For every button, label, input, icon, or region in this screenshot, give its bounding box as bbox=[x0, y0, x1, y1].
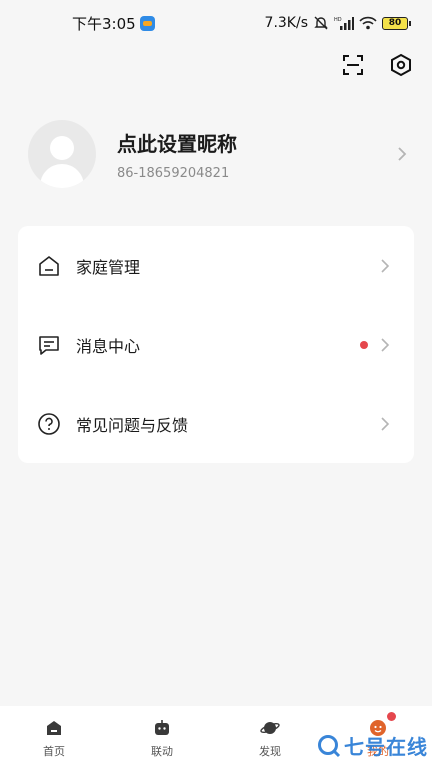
settings-button[interactable] bbox=[388, 52, 414, 78]
phone-number: 86-18659204821 bbox=[117, 165, 230, 181]
menu-item-label: 家庭管理 bbox=[76, 257, 141, 277]
profile-text: 点此设置昵称 86-18659204821 bbox=[117, 128, 394, 181]
chevron-right-icon bbox=[381, 258, 390, 273]
menu-item-message-center[interactable]: 消息中心 bbox=[18, 305, 414, 384]
watermark-text: 七号在线 bbox=[344, 735, 428, 759]
tab-badge-dot bbox=[387, 711, 396, 721]
status-time: 下午3:05 bbox=[72, 14, 136, 33]
svg-text:HD: HD bbox=[334, 17, 342, 23]
message-icon bbox=[36, 332, 62, 358]
menu-item-label: 常见问题与反馈 bbox=[76, 415, 189, 435]
tab-discover[interactable]: 发现 bbox=[216, 716, 324, 759]
status-right: 7.3K/s HD 80 bbox=[264, 15, 411, 31]
tab-label: 发现 bbox=[259, 744, 281, 758]
avatar-head-shape bbox=[50, 136, 74, 160]
chevron-right-icon bbox=[381, 337, 390, 352]
discover-tab-icon bbox=[260, 718, 280, 738]
tab-home[interactable]: 首页 bbox=[0, 716, 108, 759]
scan-button[interactable] bbox=[340, 52, 366, 78]
watermark-logo-icon bbox=[318, 734, 341, 757]
chevron-right-icon bbox=[398, 147, 407, 161]
avatar-body-shape bbox=[40, 164, 84, 188]
status-bar: 下午3:05 7.3K/s HD 80 bbox=[0, 0, 432, 46]
status-left: 下午3:05 bbox=[72, 13, 155, 34]
menu-item-label: 消息中心 bbox=[76, 336, 141, 356]
menu-item-faq-feedback[interactable]: 常见问题与反馈 bbox=[18, 384, 414, 463]
signal-icon: HD bbox=[334, 17, 354, 30]
top-actions bbox=[340, 52, 414, 78]
app-notification-icon bbox=[139, 15, 155, 31]
tab-linkage[interactable]: 联动 bbox=[108, 716, 216, 759]
tab-label: 首页 bbox=[43, 744, 65, 758]
menu-item-family-management[interactable]: 家庭管理 bbox=[18, 226, 414, 305]
network-speed: 7.3K/s bbox=[264, 15, 308, 31]
linkage-tab-icon bbox=[152, 718, 172, 738]
help-icon bbox=[36, 411, 62, 437]
nickname[interactable]: 点此设置昵称 bbox=[117, 128, 394, 157]
tab-label: 联动 bbox=[151, 744, 173, 758]
home-icon bbox=[36, 253, 62, 279]
unread-dot bbox=[360, 340, 368, 349]
watermark: 七号在线 bbox=[317, 731, 428, 760]
settings-icon bbox=[391, 53, 411, 77]
wifi-icon bbox=[359, 16, 377, 30]
mute-bell-icon bbox=[314, 16, 328, 30]
battery-indicator: 80 bbox=[382, 16, 411, 30]
chevron-right-icon bbox=[381, 416, 390, 431]
menu-card: 家庭管理 消息中心 常见问题与反馈 bbox=[18, 226, 414, 463]
avatar[interactable] bbox=[28, 120, 96, 188]
profile-header[interactable]: 点此设置昵称 86-18659204821 bbox=[28, 118, 410, 190]
home-tab-icon bbox=[44, 718, 64, 738]
scan-icon bbox=[343, 55, 363, 75]
